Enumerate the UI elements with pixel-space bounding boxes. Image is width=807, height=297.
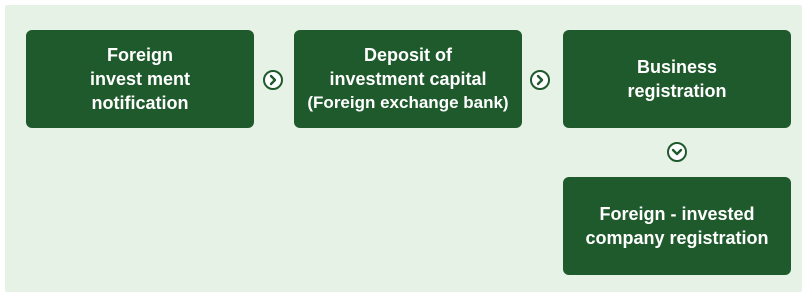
chevron-down-icon: [667, 142, 687, 162]
step-line: invest ment: [89, 69, 191, 89]
step-line: notification: [91, 93, 189, 113]
chevron-right-icon: [263, 70, 283, 90]
step-line: Foreign: [107, 45, 173, 65]
step-line: Deposit of: [364, 45, 452, 65]
step-line: investment capital: [329, 69, 487, 89]
step-line: registration: [627, 81, 727, 101]
step-line: (Foreign exchange bank): [307, 93, 509, 112]
step-foreign-invested-company-registration: Foreign - invested company registration: [563, 177, 791, 275]
step-line: Business: [636, 57, 718, 77]
step-line: company registration: [585, 228, 769, 248]
step-business-registration: Business registration: [563, 30, 791, 128]
step-deposit-investment-capital: Deposit of investment capital (Foreign e…: [294, 30, 522, 128]
chevron-right-icon: [530, 70, 550, 90]
step-foreign-investment-notification: Foreign invest ment notification: [26, 30, 254, 128]
step-line: Foreign - invested: [599, 204, 755, 224]
